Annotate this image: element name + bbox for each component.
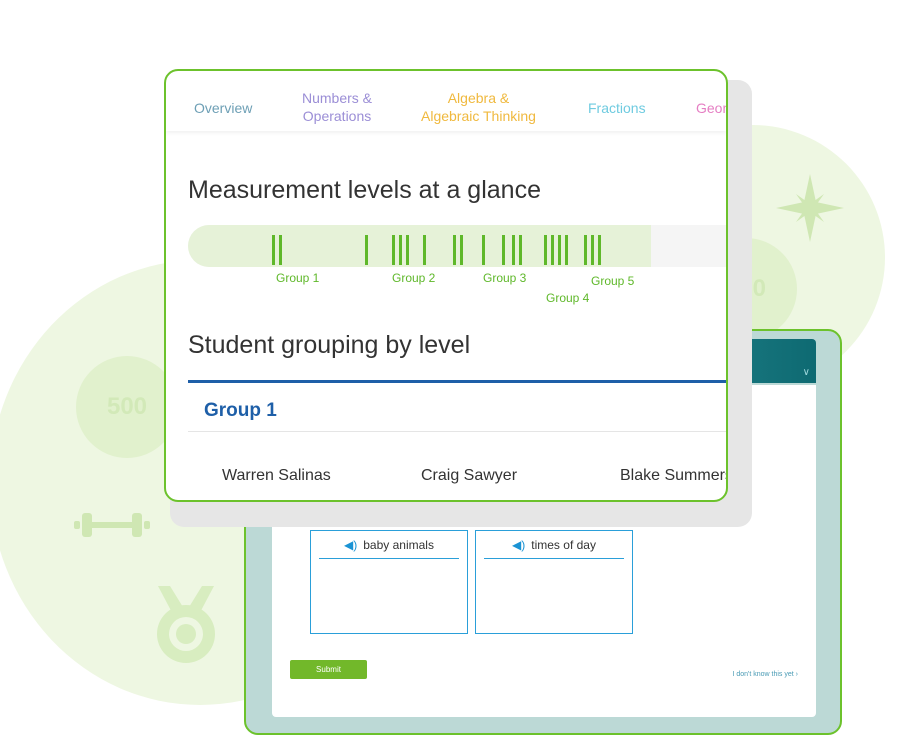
group-panel: Group 1 Warren Salinas Craig Sawyer Blak… [188,380,726,500]
level-tick [502,235,505,265]
medal-icon [157,586,215,663]
student-name[interactable]: Craig Sawyer [421,467,517,485]
chevron-down-icon[interactable]: ∨ [803,367,810,378]
level-tick [544,235,547,265]
level-tick [512,235,515,265]
tab-numbers-operations[interactable]: Numbers & Operations [302,89,372,125]
submit-button[interactable]: Submit [290,660,367,679]
group-label-4: Group 4 [546,291,590,305]
category-header: ◀) baby animals [319,531,459,559]
domain-tab-bar: Overview Numbers & Operations Algebra & … [166,71,726,131]
measurement-title: Measurement levels at a glance [188,176,541,204]
level-tick [551,235,554,265]
coin-badge-left: 500 [76,356,178,458]
level-tick [565,235,568,265]
speaker-icon[interactable]: ◀) [512,538,525,552]
level-tick [460,235,463,265]
level-tick [482,235,485,265]
student-name[interactable]: Warren Salinas [222,467,331,485]
group-label-2: Group 2 [392,271,436,285]
student-name[interactable]: Blake Summers [620,467,726,485]
category-box-times-of-day[interactable]: ◀) times of day [475,530,633,634]
group-title: Group 1 [204,400,277,421]
measurement-level-fill [188,225,651,267]
measurement-level-bar [188,225,726,267]
tab-overview[interactable]: Overview [194,99,252,117]
level-tick [519,235,522,265]
group-label-5: Group 5 [591,274,635,288]
dont-know-link[interactable]: I don't know this yet › [732,671,798,678]
level-tick [558,235,561,265]
level-tick [272,235,275,265]
speaker-icon[interactable]: ◀) [344,538,357,552]
dumbbell-icon [74,513,150,537]
divider [188,431,726,432]
level-tick [423,235,426,265]
group-label-1: Group 1 [276,271,320,285]
category-box-baby-animals[interactable]: ◀) baby animals [310,530,468,634]
tab-geometry[interactable]: Geometry [696,99,726,117]
report-card: Overview Numbers & Operations Algebra & … [164,69,728,502]
group-label-3: Group 3 [483,271,527,285]
level-tick [392,235,395,265]
tab-fractions[interactable]: Fractions [588,99,646,117]
level-tick [584,235,587,265]
level-tick [406,235,409,265]
grouping-title: Student grouping by level [188,331,471,359]
level-tick [399,235,402,265]
compass-star-icon [776,174,844,242]
level-tick [591,235,594,265]
level-tick [598,235,601,265]
category-header: ◀) times of day [484,531,624,559]
tab-algebra[interactable]: Algebra & Algebraic Thinking [421,89,536,125]
level-tick [279,235,282,265]
level-tick [453,235,456,265]
level-tick [365,235,368,265]
